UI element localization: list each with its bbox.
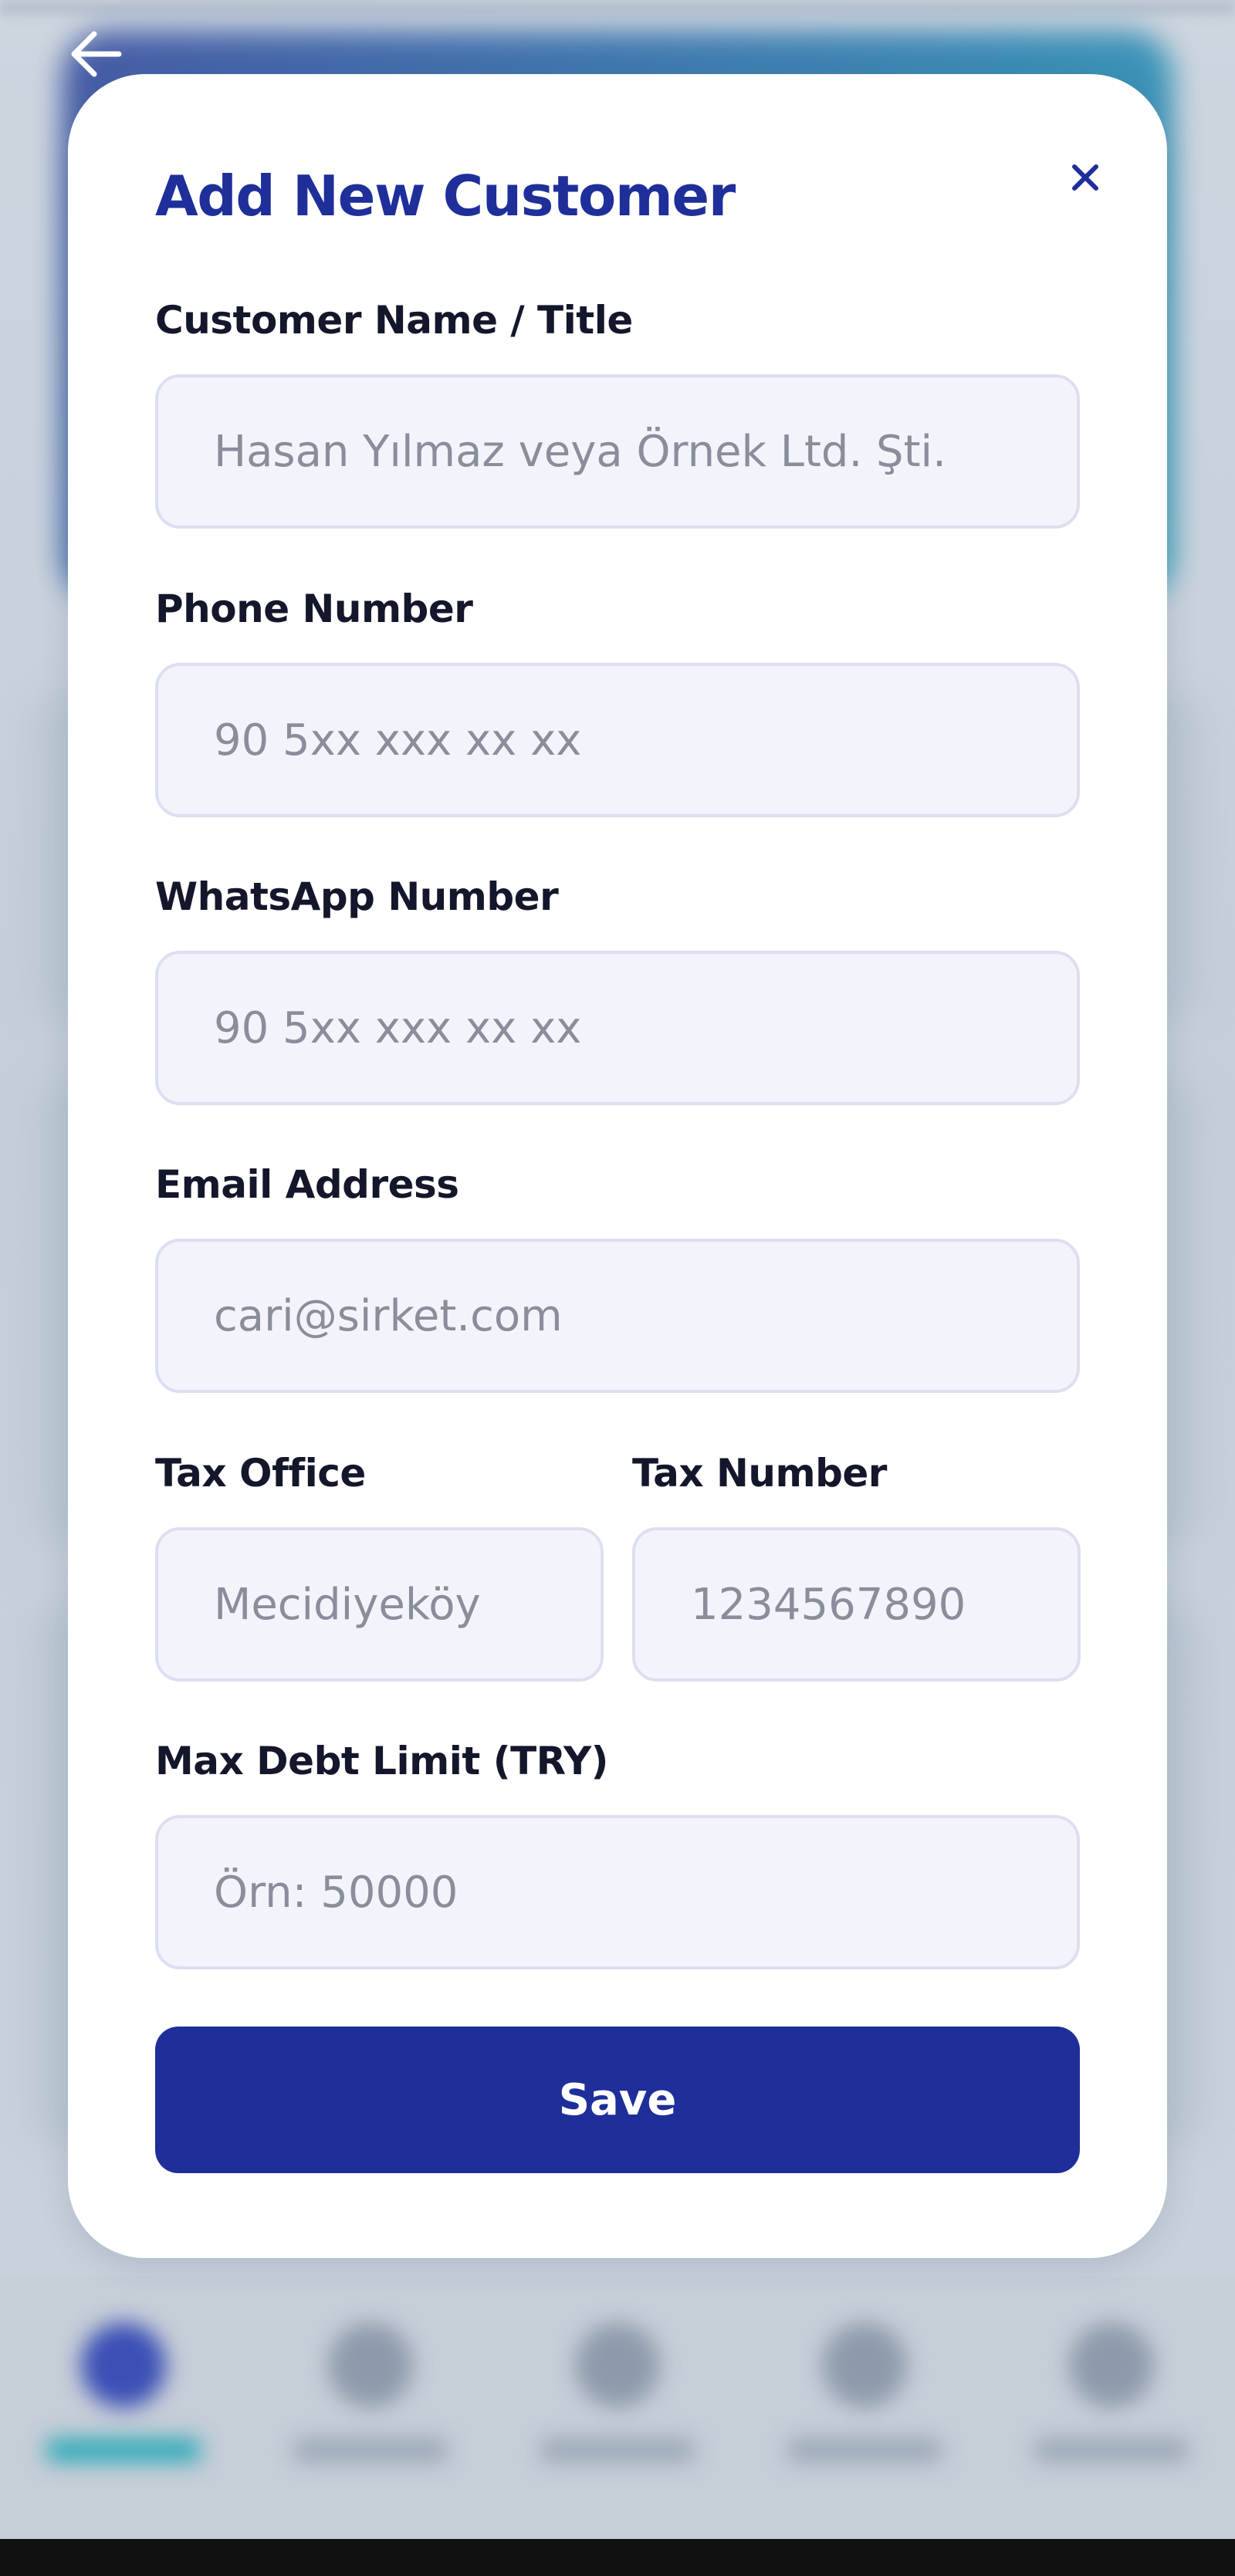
background-bottom-nav <box>0 2277 1235 2539</box>
email-input[interactable] <box>155 1239 1080 1393</box>
bg-nav-item <box>286 2323 455 2508</box>
max-debt-input[interactable] <box>155 1815 1080 1969</box>
whatsapp-label: WhatsApp Number <box>155 874 559 919</box>
background-status-strip <box>0 0 1235 15</box>
phone-label: Phone Number <box>155 587 473 631</box>
save-button[interactable]: Save <box>155 2027 1080 2173</box>
add-customer-modal: Add New Customer Customer Name / Title P… <box>68 74 1167 2258</box>
modal-title: Add New Customer <box>155 164 736 228</box>
tax-office-label: Tax Office <box>155 1451 366 1496</box>
bg-nav-item <box>39 2323 208 2508</box>
tax-office-input[interactable] <box>155 1527 604 1682</box>
customer-name-label: Customer Name / Title <box>155 298 633 343</box>
max-debt-label: Max Debt Limit (TRY) <box>155 1739 609 1783</box>
bg-nav-item <box>533 2323 702 2508</box>
email-label: Email Address <box>155 1162 459 1207</box>
close-icon <box>1072 164 1098 191</box>
tax-number-label: Tax Number <box>632 1451 887 1496</box>
arrow-left-icon[interactable] <box>65 23 127 85</box>
bg-nav-item <box>1027 2323 1196 2508</box>
phone-input[interactable] <box>155 663 1080 817</box>
whatsapp-input[interactable] <box>155 951 1080 1105</box>
customer-name-input[interactable] <box>155 374 1080 529</box>
system-bottom-bar <box>0 2539 1235 2576</box>
tax-number-input[interactable] <box>632 1527 1081 1682</box>
close-button[interactable] <box>1062 154 1108 201</box>
bg-nav-item <box>780 2323 949 2508</box>
